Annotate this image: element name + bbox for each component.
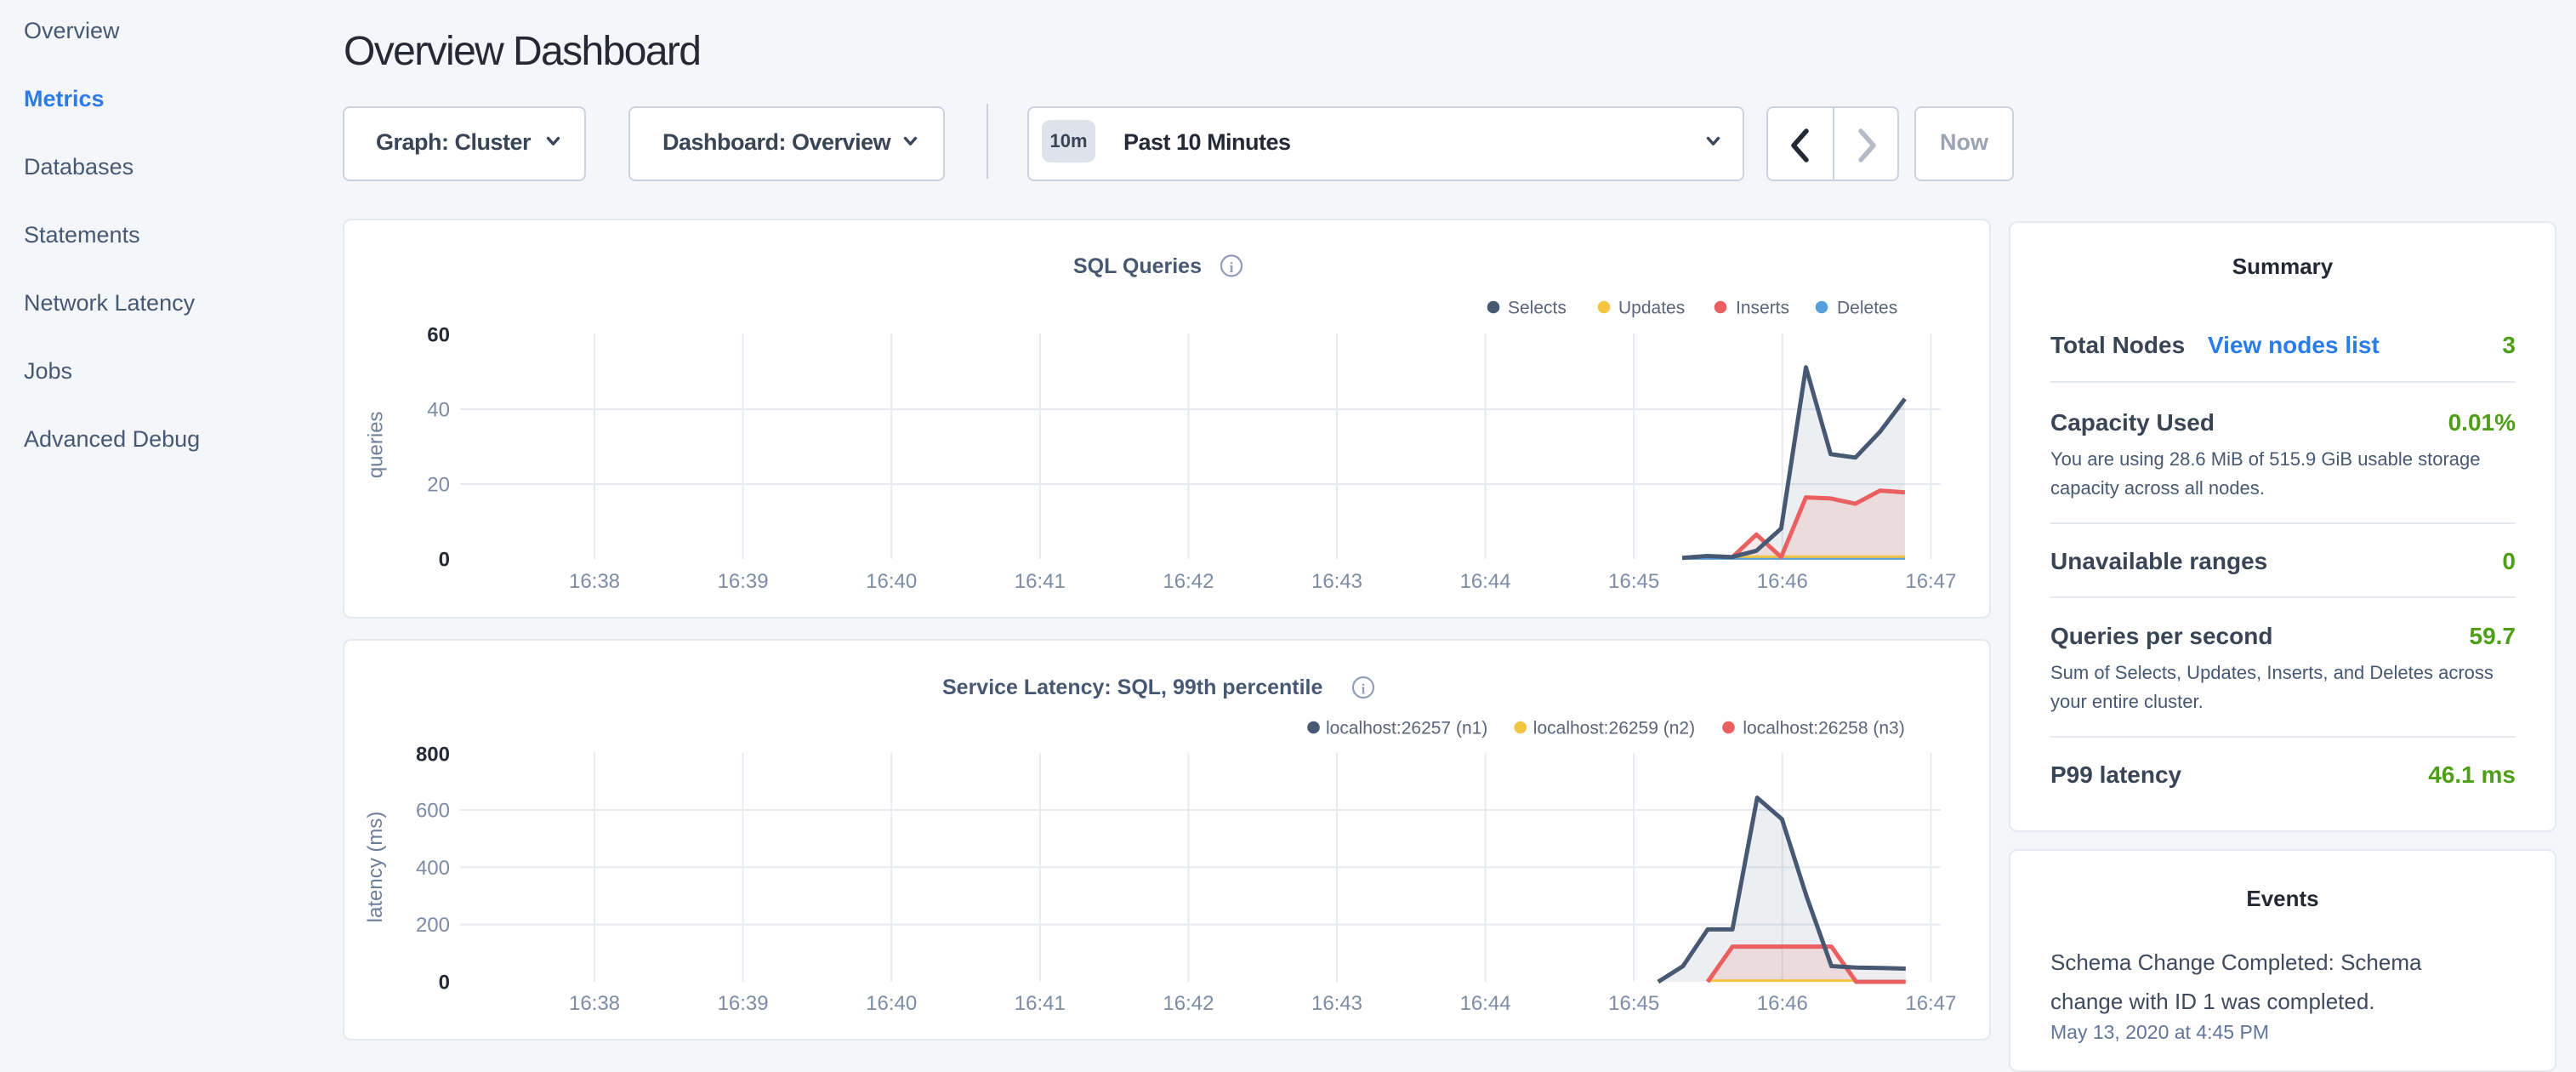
svg-text:0: 0 — [439, 972, 450, 995]
svg-text:16:43: 16:43 — [1311, 992, 1362, 1015]
svg-text:16:42: 16:42 — [1163, 992, 1214, 1015]
svg-text:400: 400 — [416, 857, 450, 880]
svg-text:localhost:26257 (n1): localhost:26257 (n1) — [1326, 719, 1487, 738]
svg-text:200: 200 — [416, 914, 450, 937]
svg-text:16:46: 16:46 — [1757, 570, 1808, 593]
svg-text:16:41: 16:41 — [1015, 992, 1066, 1015]
svg-text:Inserts: Inserts — [1736, 299, 1789, 318]
svg-text:16:39: 16:39 — [718, 992, 769, 1015]
svg-text:16:41: 16:41 — [1015, 570, 1066, 593]
svg-text:16:40: 16:40 — [866, 992, 917, 1015]
svg-text:queries: queries — [365, 411, 388, 478]
svg-text:16:45: 16:45 — [1608, 992, 1659, 1015]
svg-text:16:42: 16:42 — [1163, 570, 1214, 593]
svg-text:localhost:26258 (n3): localhost:26258 (n3) — [1743, 719, 1904, 738]
svg-text:16:44: 16:44 — [1460, 570, 1511, 593]
svg-text:20: 20 — [427, 474, 450, 497]
svg-text:localhost:26259 (n2): localhost:26259 (n2) — [1533, 719, 1695, 738]
svg-text:Selects: Selects — [1508, 299, 1567, 318]
svg-text:60: 60 — [427, 323, 450, 346]
svg-text:800: 800 — [416, 744, 450, 767]
svg-text:16:47: 16:47 — [1905, 992, 1956, 1015]
svg-text:16:43: 16:43 — [1311, 570, 1362, 593]
svg-text:16:44: 16:44 — [1460, 992, 1511, 1015]
svg-text:16:40: 16:40 — [866, 570, 917, 593]
svg-text:16:38: 16:38 — [569, 992, 620, 1015]
svg-text:latency (ms): latency (ms) — [364, 812, 387, 923]
svg-text:16:39: 16:39 — [718, 570, 769, 593]
svg-text:16:46: 16:46 — [1757, 992, 1808, 1015]
svg-text:SQL Queries: SQL Queries — [1073, 254, 1202, 278]
svg-text:600: 600 — [416, 800, 450, 823]
svg-text:Deletes: Deletes — [1837, 299, 1897, 318]
svg-text:Service Latency: SQL, 99th per: Service Latency: SQL, 99th percentile — [942, 676, 1322, 699]
svg-text:16:47: 16:47 — [1905, 570, 1956, 593]
svg-text:40: 40 — [427, 399, 450, 422]
svg-text:16:38: 16:38 — [569, 570, 620, 593]
svg-text:0: 0 — [439, 549, 450, 572]
svg-text:i: i — [1362, 681, 1366, 698]
svg-text:i: i — [1230, 259, 1234, 276]
svg-text:Updates: Updates — [1618, 299, 1685, 318]
svg-text:16:45: 16:45 — [1608, 570, 1659, 593]
